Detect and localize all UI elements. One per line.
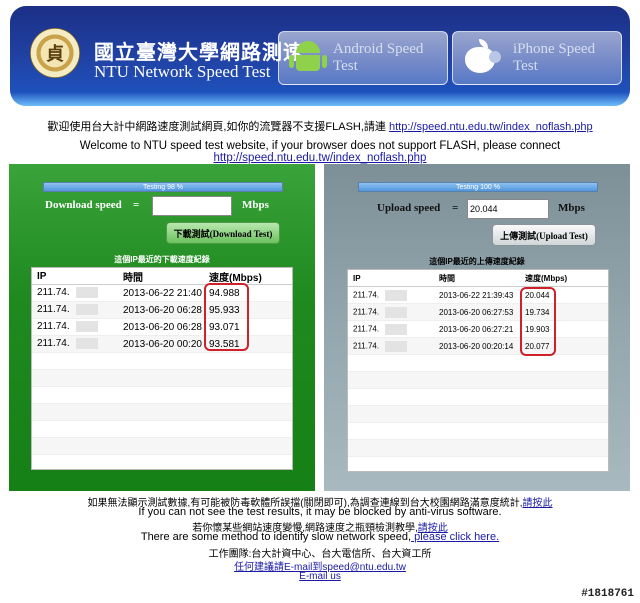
apple-icon [453, 31, 507, 85]
android-speed-test-label: Android Speed Test [333, 41, 424, 74]
noflash-link-en[interactable]: http://speed.ntu.edu.tw/index_noflash.ph… [214, 152, 427, 164]
footer-line-4: There are some method to identify slow n… [140, 531, 500, 543]
iphone-speed-test-button[interactable]: iPhone Speed Test [452, 31, 622, 85]
table-row: 211.74. 2013-06-22 21:39:43 20.044 [348, 287, 608, 304]
table-row [348, 389, 608, 406]
download-progress-bar: Testing 98 % [43, 182, 283, 192]
table-row: 211.74. 2013-06-20 06:28 95.933 [32, 302, 292, 319]
upload-speed-field[interactable]: 20.044 [467, 199, 549, 219]
download-speed-label: Download speed [45, 199, 122, 211]
table-row [348, 440, 608, 457]
download-panel: Testing 98 % Download speed = Mbps 下載測試(… [9, 164, 315, 491]
email-us-link[interactable]: E-mail us [299, 571, 341, 582]
table-row: 211.74. 2013-06-20 00:20 93.581 [32, 336, 292, 353]
table-row: 211.74. 2013-06-20 00:20:14 20.077 [348, 338, 608, 355]
footer-line-7: E-mail us [0, 571, 640, 582]
iphone-speed-test-label: iPhone Speed Test [513, 41, 596, 74]
upload-speed-label: Upload speed [377, 202, 441, 214]
download-records-table: IP 時間 速度(Mbps) 211.74. 2013-06-22 21:40 94… [31, 267, 293, 470]
download-equals: = [133, 199, 140, 211]
download-unit: Mbps [242, 199, 269, 211]
download-speed-field[interactable] [152, 196, 232, 216]
slow-network-help-link[interactable]: please click here. [411, 531, 499, 543]
table-row [32, 353, 292, 370]
table-header: IP 時間 速度(Mbps) [348, 270, 608, 287]
table-row [32, 438, 292, 455]
android-speed-test-button[interactable]: Android Speed Test [278, 31, 448, 85]
download-speed-highlight [204, 283, 249, 351]
ntu-seal-logo: 貞 [30, 28, 80, 78]
table-row [32, 387, 292, 404]
table-header: IP 時間 速度(Mbps) [32, 268, 292, 285]
table-row: 211.74. 2013-06-22 21:40 94.988 [32, 285, 292, 302]
table-row [348, 372, 608, 389]
upload-progress-bar: Testing 100 % [358, 182, 598, 192]
download-test-button[interactable]: 下載測試(Download Test) [166, 222, 280, 244]
android-icon [279, 31, 333, 85]
table-row: 211.74. 2013-06-20 06:27:21 19.903 [348, 321, 608, 338]
download-records-title: 這個IP最近的下載速度紀錄 [114, 255, 210, 264]
table-row [32, 370, 292, 387]
upload-records-table: IP 時間 速度(Mbps) 211.74. 2013-06-22 21:39:4… [347, 269, 609, 472]
upload-unit: Mbps [558, 202, 585, 214]
table-row [348, 423, 608, 440]
table-row [348, 406, 608, 423]
table-row [348, 355, 608, 372]
notice-english: Welcome to NTU speed test website, if yo… [79, 140, 561, 164]
upload-test-button[interactable]: 上傳測試(Upload Test) [492, 224, 596, 246]
notice-chinese: 歡迎使用台大計中網路速度測試網頁,如你的流覽器不支援FLASH,請連 http:… [47, 121, 593, 133]
header-banner: 貞 國立臺灣大學網路測速 NTU Network Speed Test Andr… [10, 6, 630, 106]
table-row: 211.74. 2013-06-20 06:27:53 19.734 [348, 304, 608, 321]
upload-panel: Testing 100 % Upload speed = 20.044 Mbps… [324, 164, 630, 491]
noflash-link-cn[interactable]: http://speed.ntu.edu.tw/index_noflash.ph… [389, 121, 593, 133]
table-row [32, 404, 292, 421]
table-row [32, 421, 292, 438]
upload-records-title: 這個IP最近的上傳速度紀錄 [429, 257, 525, 266]
site-title-english: NTU Network Speed Test [94, 62, 271, 81]
table-row: 211.74. 2013-06-20 06:28 93.071 [32, 319, 292, 336]
footer-line-2: If you can not see the test results, it … [138, 506, 502, 518]
watermark-id: #1818761 [581, 588, 634, 600]
site-title-chinese: 國立臺灣大學網路測速 [94, 40, 304, 64]
upload-speed-highlight [520, 287, 556, 356]
upload-equals: = [452, 202, 459, 214]
